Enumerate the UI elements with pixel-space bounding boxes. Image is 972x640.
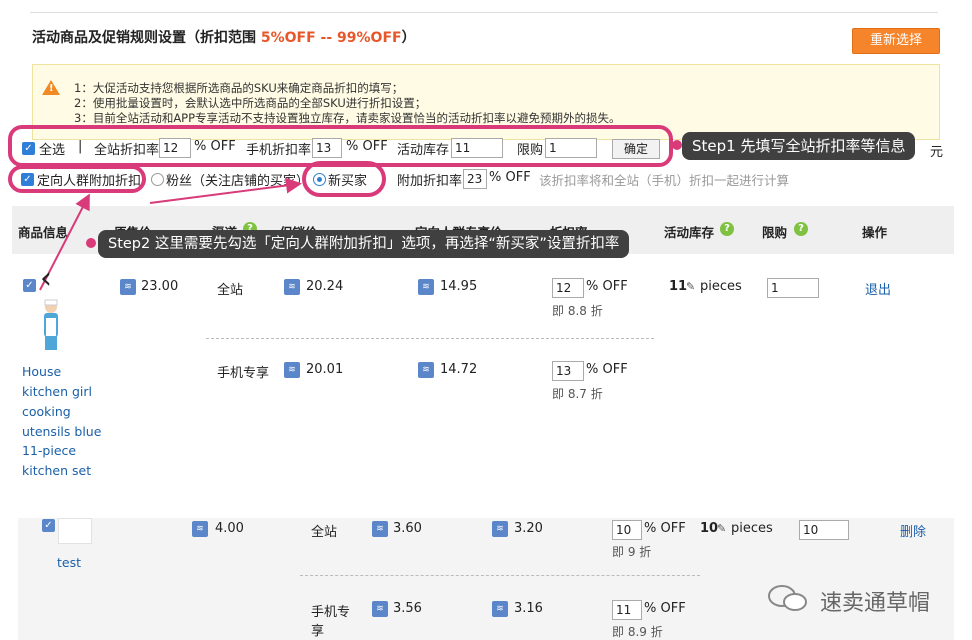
price-tag-icon: ≋ <box>192 521 208 537</box>
price-tag-icon: ≋ <box>372 521 388 537</box>
p2-row2-discount-input[interactable]: 11 <box>612 600 642 620</box>
p1-stock: 11 <box>669 279 688 294</box>
p1-row2-channel: 手机专享 <box>217 366 270 381</box>
edit-pencil-icon[interactable]: ✎ <box>686 280 695 293</box>
p1-row1-off: % OFF <box>586 279 628 294</box>
watermark-text: 速卖通草帽 <box>820 591 931 616</box>
p2-delete-link[interactable]: 删除 <box>900 521 926 540</box>
product2-image <box>58 518 92 544</box>
p2-row1-equiv: 即 9 折 <box>612 545 652 559</box>
chevron-left-icon[interactable]: ‹ <box>40 264 52 294</box>
wechat-icon <box>768 585 807 611</box>
p2-row2-off: % OFF <box>644 601 686 616</box>
p1-row1-promo: 20.24 <box>306 279 344 294</box>
product1-name-line1[interactable]: House <box>22 362 61 382</box>
product2-checkbox[interactable]: ✓ <box>42 519 55 532</box>
p1-limit-input[interactable]: 1 <box>767 278 819 298</box>
p2-row2-promo: 3.56 <box>393 601 422 616</box>
price-tag-icon: ≋ <box>418 279 434 295</box>
p1-stock-unit: pieces <box>700 279 742 294</box>
product1-name-line3[interactable]: cooking <box>22 402 71 422</box>
product2-original-price: 4.00 <box>215 521 244 536</box>
product1-image <box>44 299 58 350</box>
product1-checkbox[interactable]: ✓ <box>23 279 36 292</box>
p2-row2-equiv: 即 8.9 折 <box>612 625 663 639</box>
promotion-settings-page: 活动商品及促销规则设置（折扣范围 5%OFF -- 99%OFF） 重新选择 !… <box>0 0 972 640</box>
price-tag-icon: ≋ <box>492 521 508 537</box>
p1-row1-discount-input[interactable]: 12 <box>552 278 584 298</box>
p2-row2-channel-line2: 享 <box>311 624 325 639</box>
p2-row2-channel-line1: 手机专 <box>311 605 351 620</box>
p1-row1-targeted: 14.95 <box>440 279 478 294</box>
product1-name-line5[interactable]: 11-piece <box>22 441 76 461</box>
price-tag-icon: ≋ <box>284 362 300 378</box>
price-tag-icon: ≋ <box>284 279 300 295</box>
p2-stock-unit: pieces <box>731 521 773 536</box>
price-tag-icon: ≋ <box>492 601 508 617</box>
p2-row1-targeted: 3.20 <box>514 521 543 536</box>
p1-row2-promo: 20.01 <box>306 362 344 377</box>
edit-pencil-icon[interactable]: ✎ <box>717 522 726 535</box>
p1-row2-discount-input[interactable]: 13 <box>552 361 584 381</box>
p1-row1-equiv: 即 8.8 折 <box>552 304 603 318</box>
product1-name-line6[interactable]: kitchen set <box>22 461 91 481</box>
product1-name-line2[interactable]: kitchen girl <box>22 382 92 402</box>
p1-row1-channel: 全站 <box>217 283 244 298</box>
p1-exit-link[interactable]: 退出 <box>865 279 891 298</box>
p2-limit-input[interactable]: 10 <box>799 520 849 540</box>
row-divider <box>206 338 654 339</box>
p2-stock: 10 <box>700 521 719 536</box>
price-tag-icon: ≋ <box>372 601 388 617</box>
arrow-to-new-buyer <box>149 177 302 204</box>
p2-row1-channel: 全站 <box>311 525 338 540</box>
p2-row2-targeted: 3.16 <box>514 601 543 616</box>
p2-row1-off: % OFF <box>644 521 686 536</box>
product1-original-price: 23.00 <box>141 279 179 294</box>
p1-row2-targeted: 14.72 <box>440 362 478 377</box>
p2-row1-discount-input[interactable]: 10 <box>612 520 642 540</box>
product2-name[interactable]: test <box>57 553 81 573</box>
row-divider <box>300 575 700 576</box>
price-tag-icon: ≋ <box>120 279 136 295</box>
p1-row2-equiv: 即 8.7 折 <box>552 387 603 401</box>
price-tag-icon: ≋ <box>418 362 434 378</box>
p1-row2-off: % OFF <box>586 362 628 377</box>
p2-row1-promo: 3.60 <box>393 521 422 536</box>
product1-name-line4[interactable]: utensils blue <box>22 422 101 442</box>
